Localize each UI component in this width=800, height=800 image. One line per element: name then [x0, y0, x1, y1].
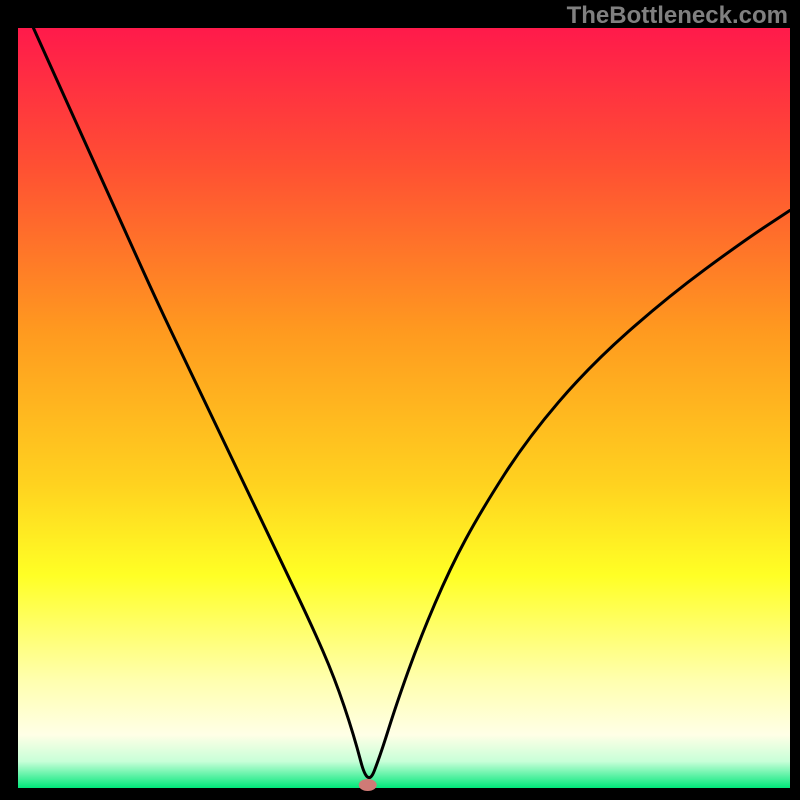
- chart-svg: [0, 0, 800, 800]
- bottleneck-chart: { "watermark": "TheBottleneck.com", "cha…: [0, 0, 800, 800]
- watermark-text: TheBottleneck.com: [567, 2, 788, 30]
- gradient-background: [18, 28, 790, 788]
- optimum-marker: [359, 779, 377, 791]
